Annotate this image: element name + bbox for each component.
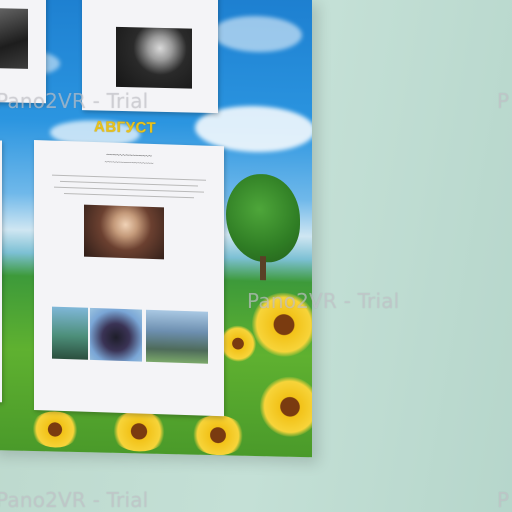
trial-watermark: Pano2VR - Trial (247, 289, 400, 313)
portrait-sheet-top-left (0, 0, 46, 104)
sunflower (110, 410, 168, 453)
photo-scene: ~~~~~~~~~~ АВГУСТ ~~~~~~~~~~~~~~ ~~~~~~~… (0, 0, 512, 512)
portrait-sheet-left-edge (0, 139, 2, 403)
sheet-caption: ~~~~~~~~~~ (82, 0, 218, 1)
text-line (64, 192, 194, 199)
tree-illustration (226, 173, 300, 264)
poster-board: ~~~~~~~~~~ АВГУСТ ~~~~~~~~~~~~~~ ~~~~~~~… (0, 0, 312, 458)
portrait-sheet-main: ~~~~~~~~~~~~~~ ~~~~~~~~~~~~~~~~~~ (34, 140, 224, 417)
sunflower (220, 325, 256, 363)
text-line (54, 186, 204, 193)
portrait-photo (0, 7, 28, 69)
trial-watermark-clipped: P (497, 89, 510, 113)
illustration-thumbnail (90, 307, 142, 362)
tree-trunk (260, 256, 266, 281)
month-heading: АВГУСТ (94, 118, 157, 137)
text-line (60, 180, 198, 187)
trial-watermark: Pano2VR - Trial (0, 89, 149, 113)
text-line (52, 174, 206, 181)
sunflower (30, 410, 80, 449)
sunflower (260, 376, 312, 438)
trial-watermark: Pano2VR - Trial (0, 488, 149, 512)
illustration-thumbnail (146, 309, 208, 364)
illustration-thumbnail (52, 306, 88, 360)
portrait-photo (116, 26, 192, 89)
cloud (212, 15, 302, 54)
portrait-photo (84, 204, 164, 260)
trial-watermark-clipped: P (497, 488, 510, 512)
sunflower (190, 414, 246, 456)
